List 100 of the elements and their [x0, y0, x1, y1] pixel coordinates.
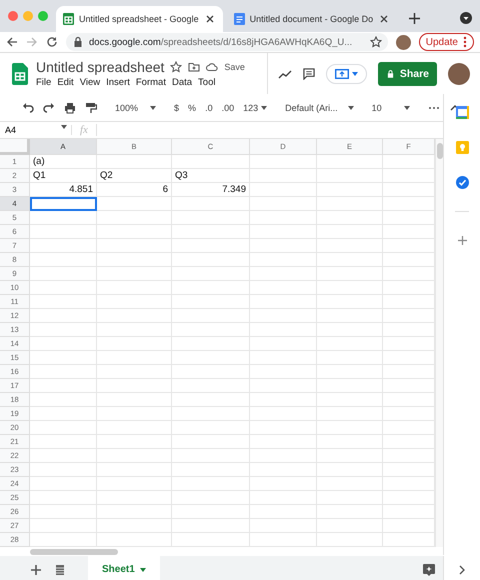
table-cell[interactable]	[250, 491, 317, 505]
table-cell[interactable]	[250, 351, 317, 365]
table-cell[interactable]	[30, 393, 97, 407]
table-cell[interactable]: Q2	[97, 169, 172, 183]
table-cell[interactable]	[30, 337, 97, 351]
table-cell[interactable]	[250, 239, 317, 253]
table-cell[interactable]	[30, 407, 97, 421]
menu-item[interactable]: View	[80, 77, 100, 88]
table-cell[interactable]	[97, 323, 172, 337]
browser-tab[interactable]: Untitled document - Google Do	[226, 6, 398, 32]
table-cell[interactable]	[172, 421, 250, 435]
font-dropdown[interactable]: Default (Ari...	[285, 102, 354, 112]
table-cell[interactable]	[317, 183, 383, 197]
table-cell[interactable]	[250, 449, 317, 463]
table-cell[interactable]	[250, 365, 317, 379]
table-cell[interactable]	[317, 407, 383, 421]
forward-arrow-icon[interactable]	[26, 36, 38, 48]
table-cell[interactable]	[30, 323, 97, 337]
table-cell[interactable]	[30, 365, 97, 379]
folder-icon[interactable]	[188, 61, 200, 73]
table-cell[interactable]	[30, 295, 97, 309]
table-cell[interactable]: 4.851	[30, 183, 97, 197]
table-cell[interactable]	[97, 491, 172, 505]
table-cell[interactable]	[97, 239, 172, 253]
table-cell[interactable]	[317, 393, 383, 407]
table-cell[interactable]	[172, 239, 250, 253]
menu-item[interactable]: File	[36, 77, 52, 88]
lightbulb-icon[interactable]	[456, 141, 468, 154]
table-cell[interactable]	[250, 337, 317, 351]
table-cell[interactable]	[317, 365, 383, 379]
menu-item[interactable]: Insert	[106, 77, 130, 88]
table-cell[interactable]	[172, 463, 250, 477]
table-cell[interactable]	[317, 281, 383, 295]
table-cell[interactable]	[30, 351, 97, 365]
table-cell[interactable]	[97, 379, 172, 393]
table-cell[interactable]	[317, 505, 383, 519]
table-cell[interactable]	[30, 533, 97, 547]
table-cell[interactable]: 6	[97, 183, 172, 197]
table-cell[interactable]	[97, 435, 172, 449]
table-cell[interactable]	[97, 407, 172, 421]
calendar-icon[interactable]	[456, 106, 468, 119]
close-icon[interactable]	[378, 13, 390, 25]
table-cell[interactable]	[172, 281, 250, 295]
table-cell[interactable]	[317, 435, 383, 449]
menu-item[interactable]: Tool	[198, 77, 216, 88]
table-cell[interactable]	[250, 253, 317, 267]
table-cell[interactable]	[97, 519, 172, 533]
browser-tab[interactable]: Untitled spreadsheet - Google	[56, 6, 223, 32]
table-cell[interactable]	[172, 407, 250, 421]
table-cell[interactable]	[97, 421, 172, 435]
table-cell[interactable]	[317, 533, 383, 547]
table-cell[interactable]	[317, 155, 383, 169]
table-cell[interactable]	[250, 155, 317, 169]
selected-cell[interactable]	[30, 197, 97, 211]
decrease-decimals-button[interactable]: .0	[205, 102, 213, 112]
table-cell[interactable]	[317, 253, 383, 267]
table-cell[interactable]	[250, 407, 317, 421]
table-cell[interactable]	[250, 533, 317, 547]
select-all-corner[interactable]	[0, 139, 30, 155]
table-cell[interactable]	[172, 323, 250, 337]
table-cell[interactable]	[172, 393, 250, 407]
table-cell[interactable]	[250, 463, 317, 477]
plus-icon[interactable]	[409, 13, 420, 24]
star-icon[interactable]	[370, 36, 382, 48]
comment-icon[interactable]	[302, 68, 315, 80]
table-cell[interactable]: Q1	[30, 169, 97, 183]
table-cell[interactable]	[30, 519, 97, 533]
table-cell[interactable]	[250, 505, 317, 519]
table-cell[interactable]	[97, 393, 172, 407]
table-cell[interactable]	[317, 449, 383, 463]
dropdown-icon[interactable]	[460, 12, 472, 24]
table-cell[interactable]	[172, 197, 250, 211]
table-cell[interactable]: 7.349	[172, 183, 250, 197]
table-cell[interactable]	[97, 267, 172, 281]
menu-item[interactable]: Edit	[57, 77, 74, 88]
table-cell[interactable]	[30, 225, 97, 239]
trend-line-icon[interactable]	[278, 68, 292, 80]
cloud-icon[interactable]	[206, 61, 218, 73]
table-cell[interactable]	[97, 533, 172, 547]
table-cell[interactable]	[317, 211, 383, 225]
table-cell[interactable]	[172, 505, 250, 519]
table-cell[interactable]	[172, 337, 250, 351]
table-cell[interactable]	[172, 379, 250, 393]
spreadsheet-logo-icon[interactable]	[12, 62, 28, 84]
table-cell[interactable]	[97, 449, 172, 463]
table-cell[interactable]	[30, 281, 97, 295]
table-cell[interactable]	[250, 309, 317, 323]
table-cell[interactable]	[317, 379, 383, 393]
table-cell[interactable]	[30, 253, 97, 267]
table-cell[interactable]	[172, 225, 250, 239]
paint-roller-icon[interactable]	[85, 102, 97, 114]
checkmark-icon[interactable]	[456, 176, 468, 189]
table-cell[interactable]	[30, 421, 97, 435]
table-cell[interactable]	[172, 491, 250, 505]
table-cell[interactable]	[172, 533, 250, 547]
document-title[interactable]: Untitled spreadsheet	[36, 59, 164, 75]
table-cell[interactable]	[250, 281, 317, 295]
star-icon[interactable]	[170, 61, 182, 73]
table-cell[interactable]	[317, 169, 383, 183]
table-cell[interactable]	[172, 211, 250, 225]
